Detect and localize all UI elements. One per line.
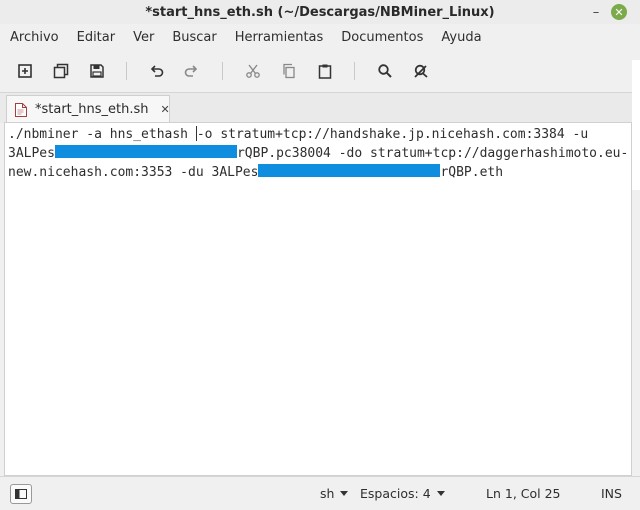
- undo-icon[interactable]: [146, 60, 168, 82]
- code-text: ./nbminer -a hns_ethash: [8, 127, 196, 142]
- side-panel-toggle[interactable]: [10, 484, 32, 504]
- close-window-button[interactable]: ✕: [611, 4, 627, 20]
- menu-ayuda[interactable]: Ayuda: [431, 30, 489, 45]
- search-icon[interactable]: [374, 60, 396, 82]
- insert-mode: INS: [601, 486, 622, 501]
- tab-bar: *start_hns_eth.sh ✕: [0, 92, 640, 123]
- menu-ver[interactable]: Ver: [123, 30, 162, 45]
- code-line: ./nbminer -a hns_ethash -o stratum+tcp:/…: [8, 125, 631, 144]
- code-text: 3ALPes: [8, 146, 55, 161]
- tab-width-label: Espacios: 4: [360, 486, 431, 501]
- title-bar: *start_hns_eth.sh (~/Descargas/NBMiner_L…: [0, 0, 640, 24]
- menu-buscar[interactable]: Buscar: [162, 30, 224, 45]
- paste-icon[interactable]: [314, 60, 336, 82]
- tab-label: *start_hns_eth.sh: [35, 102, 149, 117]
- replace-icon[interactable]: [410, 60, 432, 82]
- menu-editar[interactable]: Editar: [67, 30, 124, 45]
- cursor-position[interactable]: Ln 1, Col 25: [486, 486, 561, 501]
- save-icon[interactable]: [86, 60, 108, 82]
- new-window-icon[interactable]: [50, 60, 72, 82]
- minimize-button[interactable]: –: [586, 2, 606, 22]
- menu-bar: Archivo Editar Ver Buscar Herramientas D…: [0, 24, 640, 50]
- redaction-block: [258, 164, 441, 177]
- text-file-icon: [15, 102, 27, 117]
- language-selector[interactable]: sh: [320, 486, 349, 501]
- code-text: new.nicehash.com:3353 -du 3ALPes: [8, 165, 259, 180]
- copy-icon[interactable]: [278, 60, 300, 82]
- tab-width-selector[interactable]: Espacios: 4: [360, 486, 445, 501]
- new-document-icon[interactable]: [14, 60, 36, 82]
- tab-close-icon[interactable]: ✕: [161, 103, 170, 116]
- toolbar-separator: [354, 62, 355, 80]
- code-text: -o stratum+tcp://handshake.jp.nicehash.c…: [196, 127, 589, 142]
- code-line: new.nicehash.com:3353 -du 3ALPes rQBP.eth: [8, 163, 631, 182]
- code-line: 3ALPes rQBP.pc38004 -do stratum+tcp://dag…: [8, 144, 631, 163]
- redo-icon[interactable]: [180, 60, 202, 82]
- tab-start-hns-eth[interactable]: *start_hns_eth.sh ✕: [6, 95, 170, 123]
- status-bar: sh Espacios: 4 Ln 1, Col 25 INS: [0, 476, 640, 510]
- background-window-edge: [632, 60, 640, 190]
- text-editor[interactable]: ./nbminer -a hns_ethash -o stratum+tcp:/…: [4, 122, 632, 476]
- menu-archivo[interactable]: Archivo: [0, 30, 67, 45]
- chevron-down-icon: [340, 491, 349, 496]
- menu-herramientas[interactable]: Herramientas: [225, 30, 332, 45]
- toolbar-separator: [222, 62, 223, 80]
- toolbar: [0, 50, 640, 92]
- menu-documentos[interactable]: Documentos: [331, 30, 431, 45]
- redaction-block: [54, 145, 237, 158]
- language-label: sh: [320, 486, 335, 501]
- code-text: rQBP.pc38004 -do stratum+tcp://daggerhas…: [236, 146, 629, 161]
- chevron-down-icon: [436, 491, 445, 496]
- toolbar-separator: [126, 62, 127, 80]
- cut-icon[interactable]: [242, 60, 264, 82]
- code-text: rQBP.eth: [440, 165, 504, 180]
- window-title: *start_hns_eth.sh (~/Descargas/NBMiner_L…: [145, 4, 495, 20]
